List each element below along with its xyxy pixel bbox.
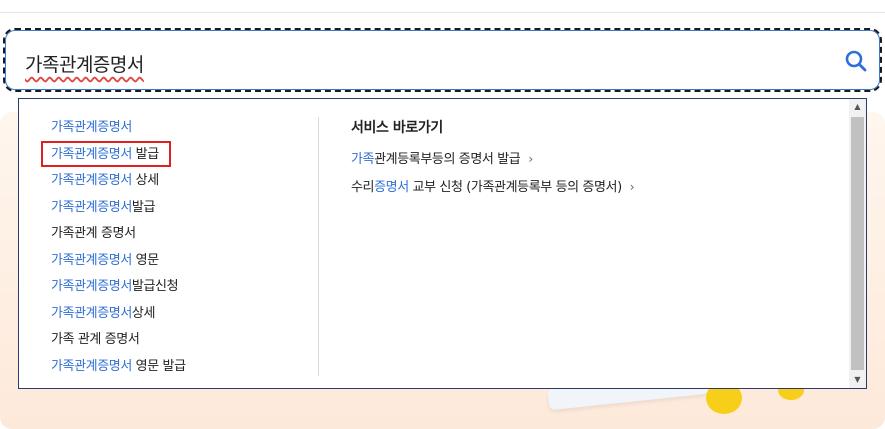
scrollbar-thumb[interactable] [851, 117, 864, 370]
quick-links-panel: 서비스 바로가기 가족관계등록부등의 증명서 발급 › 수리증명서 교부 신청 (… [351, 117, 831, 195]
chevron-right-icon: › [629, 180, 635, 194]
search-input[interactable]: 가족관계증명서 [3, 28, 882, 92]
quick-link-family-certificate[interactable]: 가족관계등록부등의 증명서 발급 › [351, 148, 831, 167]
suggestion-item[interactable]: 가족관계증명서 영문 발급 [51, 354, 186, 381]
suggestion-item[interactable]: 가족관계 증명서 [51, 221, 186, 248]
suggestion-item[interactable]: 가족관계증명서 [51, 115, 186, 142]
search-query-text[interactable]: 가족관계증명서 [25, 50, 144, 77]
suggestion-item[interactable]: 가족관계증명서상세 [51, 301, 186, 328]
suggestion-item[interactable]: 가족관계증명서발급신청 [51, 274, 186, 301]
selection-highlight [41, 141, 171, 167]
quick-link-acceptance-certificate[interactable]: 수리증명서 교부 신청 (가족관계등록부 등의 증명서) › [351, 176, 831, 195]
suggestion-item[interactable]: 가족 관계 증명서 [51, 327, 186, 354]
vertical-scrollbar[interactable]: ▲ ▼ [849, 99, 866, 388]
suggestion-item[interactable]: 가족관계증명서발급 [51, 195, 186, 222]
quick-links-title: 서비스 바로가기 [351, 120, 443, 136]
autocomplete-dropdown: 가족관계증명서 가족관계증명서 발급 가족관계증명서 상세 가족관계증명서발급 … [18, 98, 867, 389]
scroll-down-arrow-icon[interactable]: ▼ [849, 372, 866, 388]
chevron-right-icon: › [528, 152, 533, 166]
suggestion-item[interactable]: 가족관계증명서 영문 [51, 248, 186, 275]
suggestion-item[interactable]: 가족관계증명서 상세 [51, 168, 186, 195]
top-divider [0, 12, 885, 13]
column-divider [318, 117, 319, 376]
search-icon[interactable] [844, 49, 868, 73]
scroll-up-arrow-icon[interactable]: ▲ [849, 99, 866, 115]
